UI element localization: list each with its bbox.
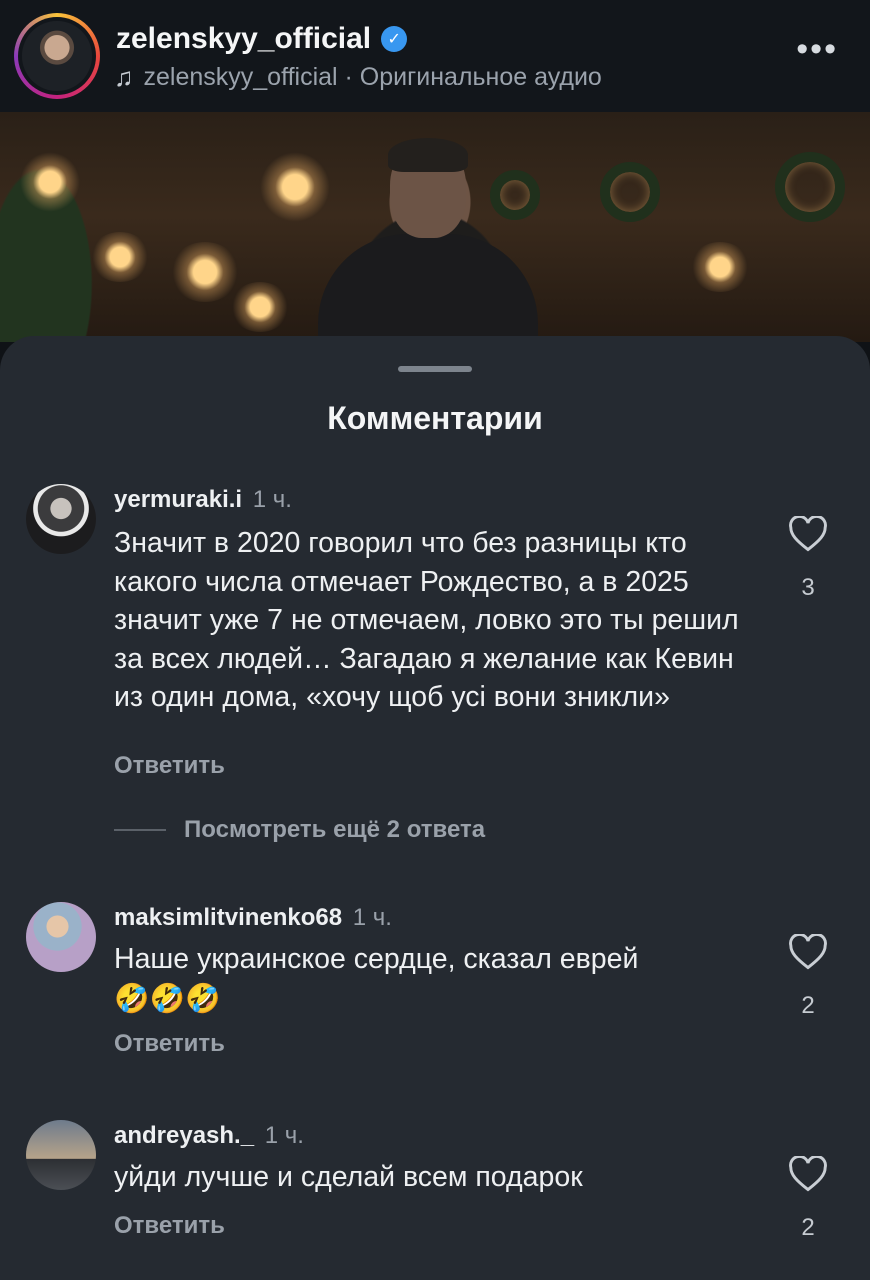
comment-header: andreyash._ 1 ч. <box>114 1122 304 1150</box>
commenter-avatar[interactable] <box>26 902 96 972</box>
light-decoration <box>170 242 240 302</box>
profile-picture <box>22 21 92 91</box>
reply-button[interactable]: Ответить <box>114 1030 225 1058</box>
comment-time: 1 ч. <box>252 486 292 513</box>
comment-header: yermuraki.i 1 ч. <box>114 486 292 514</box>
like-count: 2 <box>801 992 815 1019</box>
heart-icon[interactable] <box>788 516 828 552</box>
comment-text: Наше украинское сердце, сказал еврей <box>114 943 639 975</box>
comments-sheet: Комментарии yermuraki.i 1 ч. Значит в 20… <box>0 336 870 1280</box>
comment-header: maksimlitvinenko68 1 ч. <box>114 904 392 932</box>
audio-row[interactable]: ♫ zelenskyy_official · Оригинальное ауди… <box>114 62 602 93</box>
sheet-drag-handle[interactable] <box>398 366 472 372</box>
more-horizontal-icon[interactable]: ••• <box>796 30 838 69</box>
story-avatar[interactable] <box>14 13 100 99</box>
header-username[interactable]: zelenskyy_official ✓ <box>116 22 408 56</box>
wreath-decoration <box>775 152 845 222</box>
light-decoration <box>690 242 750 292</box>
light-decoration <box>90 232 150 282</box>
light-decoration <box>20 152 80 212</box>
light-decoration <box>230 282 290 332</box>
video-frame[interactable] <box>0 112 870 342</box>
reply-button[interactable]: Ответить <box>114 1212 225 1240</box>
verified-badge-icon: ✓ <box>381 26 408 52</box>
comment-username[interactable]: yermuraki.i <box>114 486 242 513</box>
wreath-decoration <box>600 162 660 222</box>
reply-button[interactable]: Ответить <box>114 752 225 780</box>
view-replies-label[interactable]: Посмотреть ещё 2 ответа <box>184 816 485 844</box>
like-count: 2 <box>801 1214 815 1241</box>
like-block: 2 <box>788 1156 828 1242</box>
comment-time: 1 ч. <box>352 904 392 931</box>
heart-icon[interactable] <box>788 934 828 970</box>
comment-text: Значит в 2020 говорил что без разницы кт… <box>114 527 739 713</box>
heart-icon[interactable] <box>788 1156 828 1192</box>
audio-label[interactable]: zelenskyy_official · Оригинальное аудио <box>144 63 602 92</box>
replies-divider-line <box>114 829 166 831</box>
video-person <box>318 138 538 342</box>
like-block: 2 <box>788 934 828 1020</box>
view-replies-button[interactable]: Посмотреть ещё 2 ответа <box>114 816 485 844</box>
commenter-avatar[interactable] <box>26 1120 96 1190</box>
comment-username[interactable]: andreyash._ <box>114 1122 254 1149</box>
comment-text: уйди лучше и сделай всем подарок <box>114 1161 583 1193</box>
comment-time: 1 ч. <box>264 1122 304 1149</box>
username-link[interactable]: zelenskyy_official <box>116 22 371 56</box>
music-note-icon: ♫ <box>114 62 134 92</box>
sheet-title: Комментарии <box>327 400 543 436</box>
like-block: 3 <box>788 516 828 602</box>
comment-emojis: 🤣🤣🤣 <box>114 983 221 1015</box>
post-header: zelenskyy_official ✓ ♫ zelenskyy_officia… <box>0 0 870 112</box>
like-count: 3 <box>801 574 815 601</box>
comment-username[interactable]: maksimlitvinenko68 <box>114 904 342 931</box>
commenter-avatar[interactable] <box>26 484 96 554</box>
